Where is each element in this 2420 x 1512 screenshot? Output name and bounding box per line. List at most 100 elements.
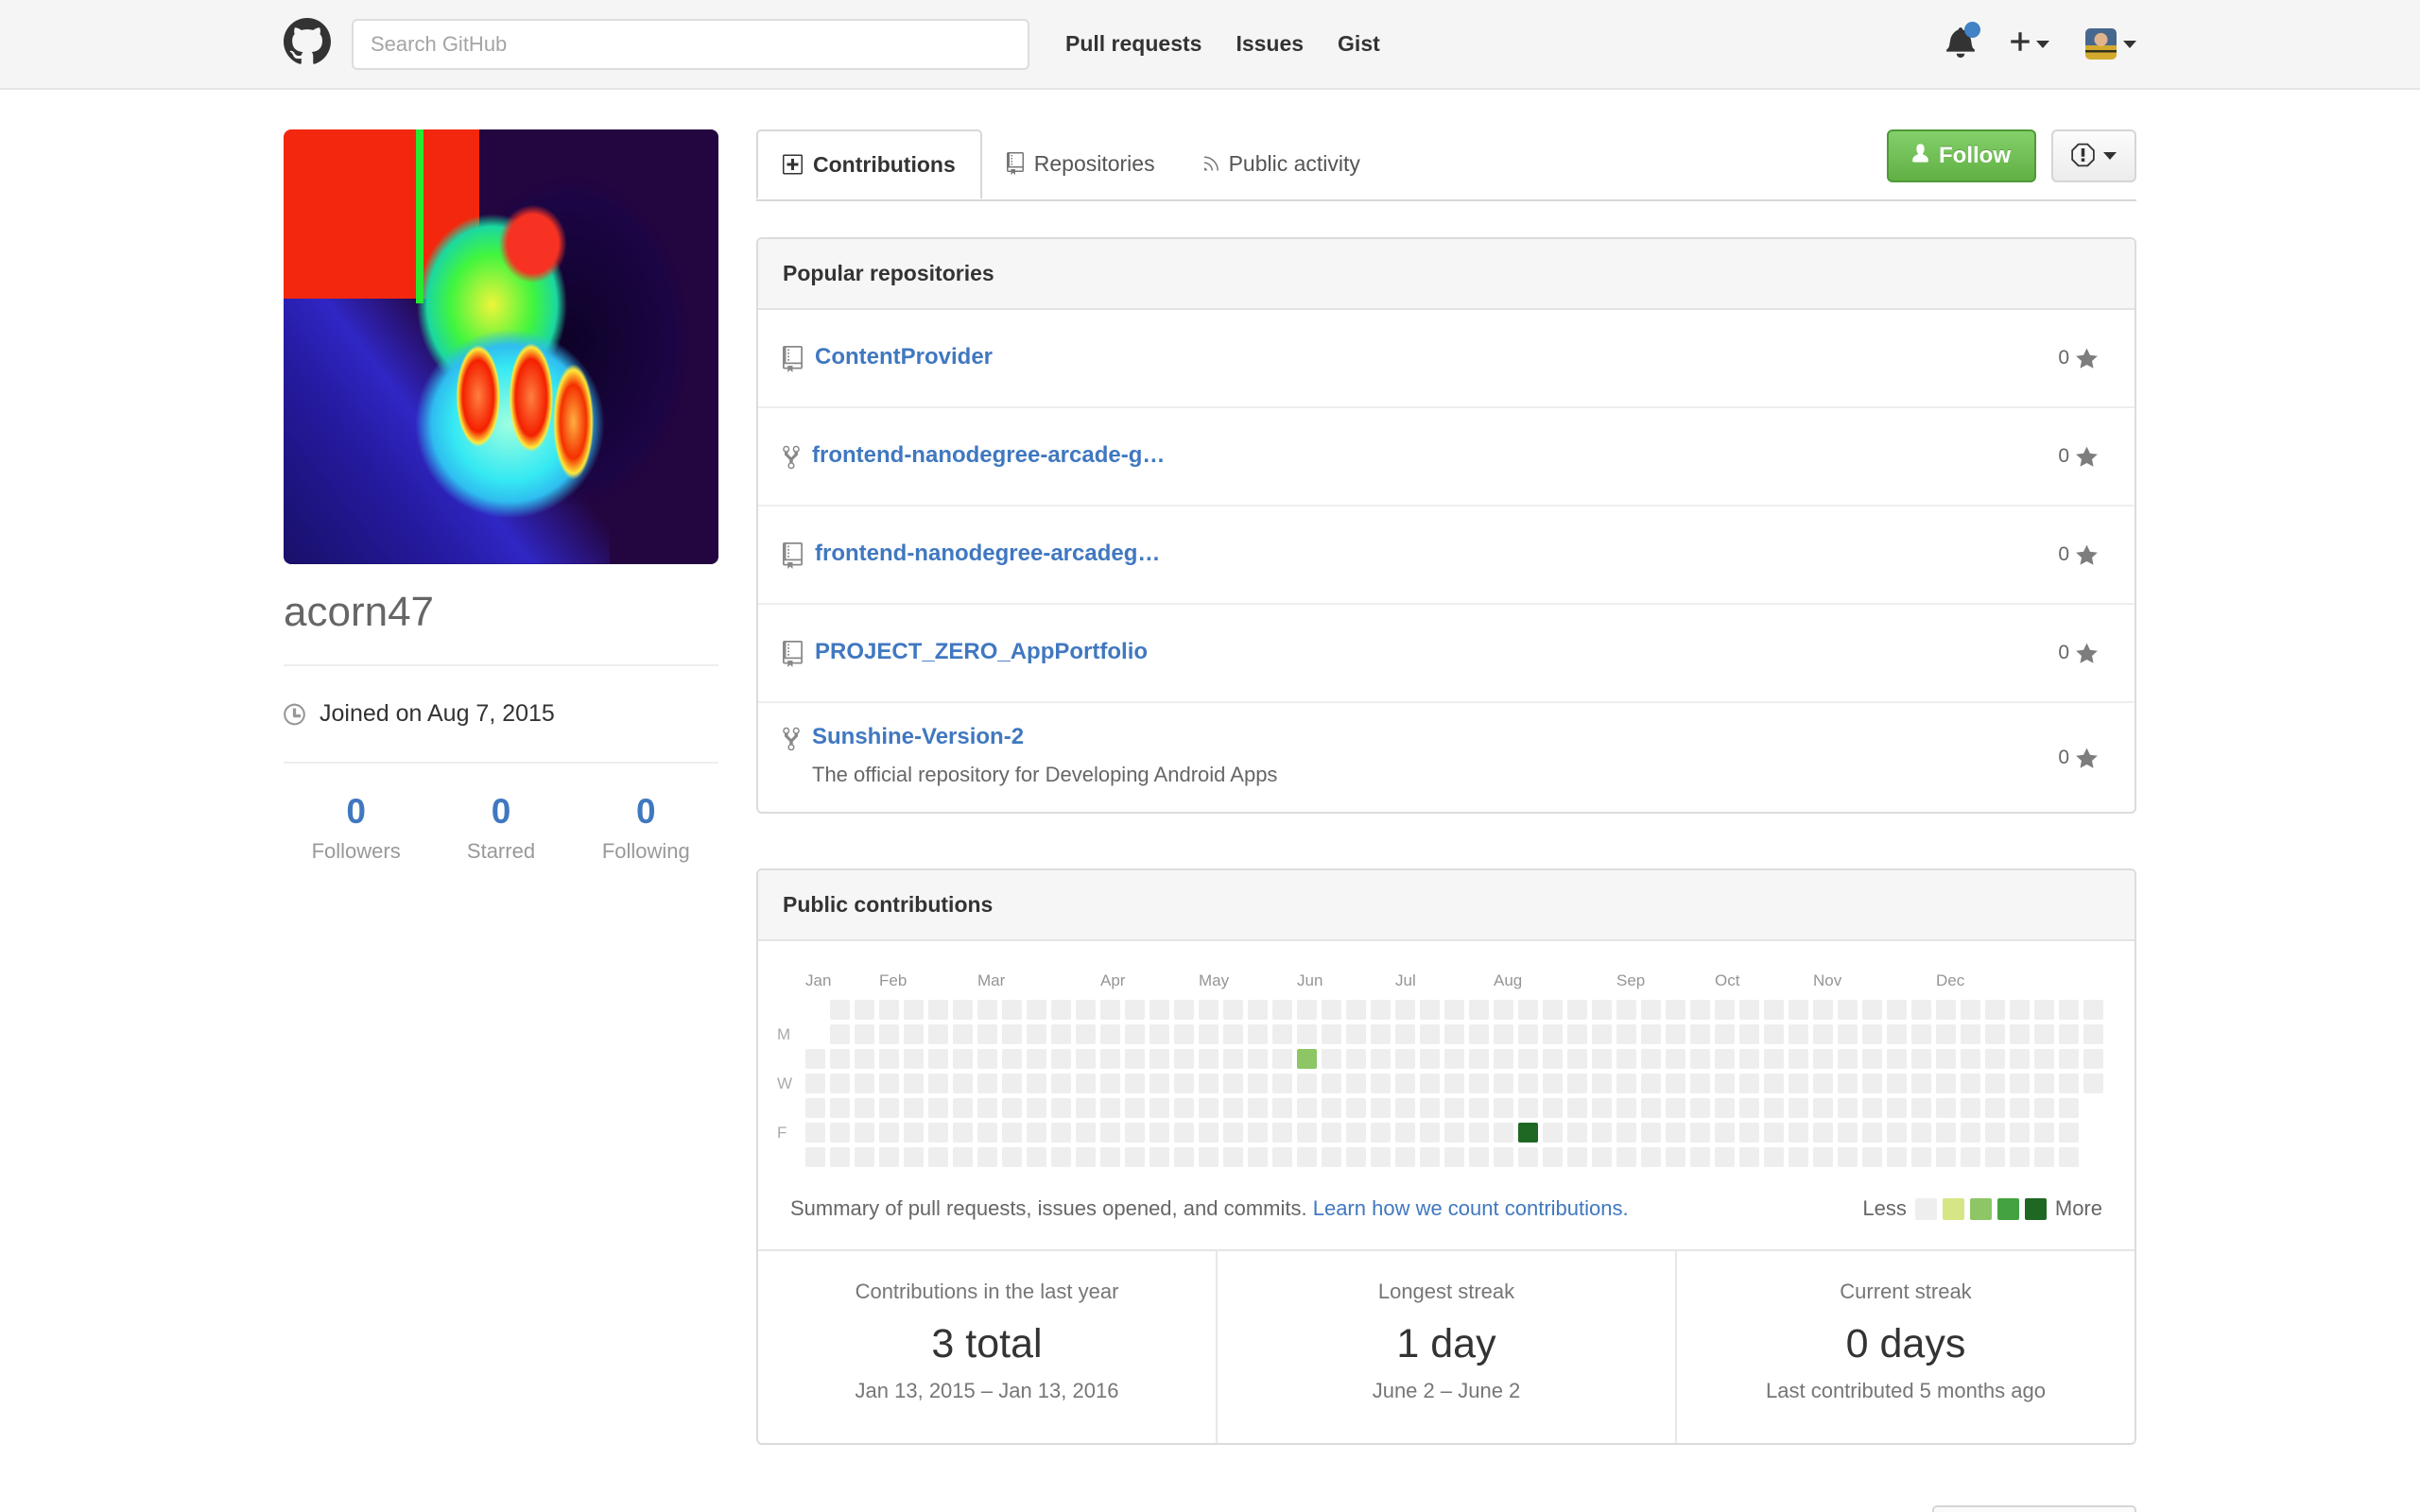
contribution-cell[interactable] [1174, 1098, 1194, 1118]
contribution-cell[interactable] [1494, 1024, 1513, 1044]
contribution-cell[interactable] [2010, 1049, 2030, 1069]
contribution-cell[interactable] [1027, 1098, 1046, 1118]
contribution-cell[interactable] [2034, 1024, 2054, 1044]
contribution-cell[interactable] [953, 1123, 973, 1143]
create-new-dropdown[interactable] [2011, 29, 2049, 59]
contribution-cell[interactable] [1444, 1098, 1464, 1118]
contribution-cell[interactable] [1518, 1049, 1538, 1069]
contribution-cell[interactable] [1838, 1098, 1858, 1118]
contribution-cell[interactable] [1789, 1049, 1808, 1069]
contribution-cell[interactable] [904, 1098, 924, 1118]
contribution-cell[interactable] [1961, 1147, 1980, 1167]
contribution-cell[interactable] [1223, 1123, 1243, 1143]
contribution-cell[interactable] [1272, 1098, 1292, 1118]
contribution-cell[interactable] [1936, 1123, 1956, 1143]
contribution-cell[interactable] [1616, 1074, 1636, 1093]
contribution-cell[interactable] [1887, 1074, 1907, 1093]
contribution-cell[interactable] [1174, 1049, 1194, 1069]
contribution-cell[interactable] [1592, 1147, 1612, 1167]
contribution-cell[interactable] [1715, 1147, 1735, 1167]
contribution-cell[interactable] [2010, 1147, 2030, 1167]
contribution-cell[interactable] [977, 1098, 997, 1118]
contribution-cell[interactable] [1076, 1000, 1096, 1020]
repo-link[interactable]: ContentProvider [815, 344, 993, 369]
contribution-cell[interactable] [2034, 1049, 2054, 1069]
contribution-cell[interactable] [1985, 1024, 2005, 1044]
contribution-cell[interactable] [1739, 1049, 1759, 1069]
repo-star-count[interactable]: 0 [2058, 640, 2110, 666]
contribution-cell[interactable] [1887, 1024, 1907, 1044]
contribution-cell[interactable] [1567, 1024, 1587, 1044]
contribution-cell[interactable] [1813, 1098, 1833, 1118]
contribution-cell[interactable] [1223, 1147, 1243, 1167]
contribution-cell[interactable] [1395, 1123, 1415, 1143]
contribution-cell[interactable] [1887, 1123, 1907, 1143]
contribution-cell[interactable] [1420, 1147, 1440, 1167]
contribution-cell[interactable] [1616, 1049, 1636, 1069]
contribution-cell[interactable] [1174, 1000, 1194, 1020]
contribution-cell[interactable] [1297, 1049, 1317, 1069]
contribution-cell[interactable] [1002, 1098, 1022, 1118]
contribution-cell[interactable] [1027, 1123, 1046, 1143]
contribution-cell[interactable] [1936, 1024, 1956, 1044]
contribution-cell[interactable] [1125, 1098, 1145, 1118]
contribution-cell[interactable] [1690, 1147, 1710, 1167]
contribution-cell[interactable] [977, 1049, 997, 1069]
contribution-cell[interactable] [1248, 1049, 1268, 1069]
profile-avatar[interactable] [284, 129, 718, 564]
contribution-cell[interactable] [1813, 1074, 1833, 1093]
contribution-cell[interactable] [1985, 1049, 2005, 1069]
contribution-cell[interactable] [1444, 1024, 1464, 1044]
contribution-cell[interactable] [1666, 1147, 1685, 1167]
block-or-report-button[interactable] [2051, 129, 2136, 182]
counter-starred[interactable]: 0Starred [428, 792, 573, 864]
contribution-cell[interactable] [1666, 1074, 1685, 1093]
contribution-cell[interactable] [904, 1024, 924, 1044]
contribution-cell[interactable] [2010, 1098, 2030, 1118]
contribution-cell[interactable] [1838, 1024, 1858, 1044]
repo-link[interactable]: Sunshine-Version-2 [812, 724, 1024, 749]
contribution-cell[interactable] [1592, 1000, 1612, 1020]
contribution-cell[interactable] [1715, 1074, 1735, 1093]
counter-following[interactable]: 0Following [574, 792, 718, 864]
contribution-cell[interactable] [1518, 1024, 1538, 1044]
contribution-cell[interactable] [2083, 1074, 2103, 1093]
contribution-cell[interactable] [1027, 1049, 1046, 1069]
contribution-cell[interactable] [1272, 1123, 1292, 1143]
contribution-cell[interactable] [1346, 1147, 1366, 1167]
contribution-cell[interactable] [1223, 1098, 1243, 1118]
contribution-cell[interactable] [1395, 1049, 1415, 1069]
contribution-cell[interactable] [1371, 1123, 1391, 1143]
contribution-cell[interactable] [1100, 1049, 1120, 1069]
contribution-cell[interactable] [1174, 1074, 1194, 1093]
contribution-cell[interactable] [1125, 1074, 1145, 1093]
contribution-cell[interactable] [1150, 1024, 1169, 1044]
contribution-cell[interactable] [1346, 1074, 1366, 1093]
contribution-cell[interactable] [1199, 1123, 1219, 1143]
contribution-cell[interactable] [855, 1000, 874, 1020]
contribution-cell[interactable] [830, 1147, 850, 1167]
contribution-cell[interactable] [2083, 1000, 2103, 1020]
contribution-cell[interactable] [1346, 1123, 1366, 1143]
contribution-cell[interactable] [1985, 1074, 2005, 1093]
contribution-cell[interactable] [1789, 1074, 1808, 1093]
contribution-cell[interactable] [1961, 1049, 1980, 1069]
contribution-cell[interactable] [1444, 1074, 1464, 1093]
contribution-cell[interactable] [1125, 1123, 1145, 1143]
contribution-cell[interactable] [1690, 1024, 1710, 1044]
contribution-cell[interactable] [1764, 1123, 1784, 1143]
contribution-cell[interactable] [1100, 1000, 1120, 1020]
contribution-cell[interactable] [1813, 1049, 1833, 1069]
contribution-cell[interactable] [1494, 1000, 1513, 1020]
contribution-cell[interactable] [2010, 1024, 2030, 1044]
contribution-cell[interactable] [1911, 1098, 1931, 1118]
contribution-cell[interactable] [855, 1074, 874, 1093]
contribution-cell[interactable] [1567, 1098, 1587, 1118]
contribution-cell[interactable] [1543, 1123, 1563, 1143]
contribution-cell[interactable] [1813, 1000, 1833, 1020]
contribution-cell[interactable] [1223, 1049, 1243, 1069]
contribution-cell[interactable] [1125, 1147, 1145, 1167]
contribution-cell[interactable] [1371, 1049, 1391, 1069]
tab-repositories[interactable]: Repositories [982, 129, 1180, 198]
contribution-cell[interactable] [1739, 1098, 1759, 1118]
